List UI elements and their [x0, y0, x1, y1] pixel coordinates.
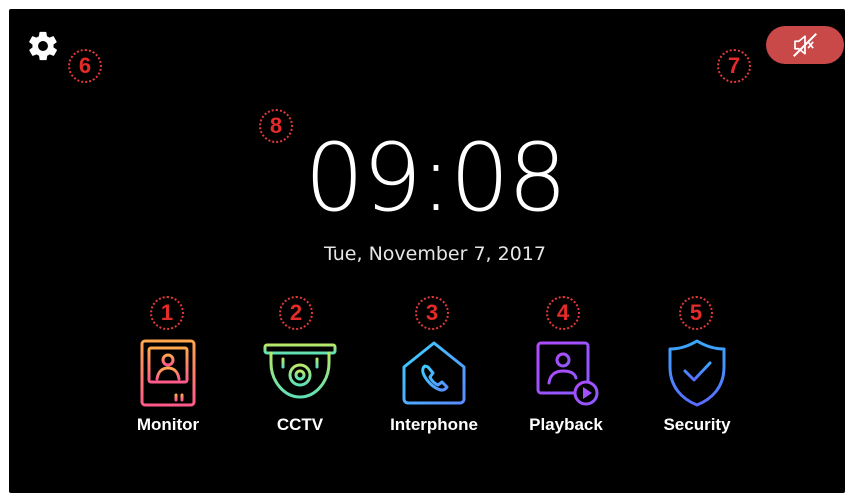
app-label-security: Security — [663, 415, 731, 434]
badge-5: 5 — [679, 296, 713, 330]
clock-time: 09:08 — [304, 124, 568, 233]
app-label-monitor: Monitor — [136, 415, 200, 434]
house-phone-icon — [402, 341, 466, 405]
app-label-playback: Playback — [529, 415, 603, 434]
badge-6: 6 — [68, 49, 102, 83]
app-label-cctv: CCTV — [276, 415, 324, 434]
badge-1: 1 — [150, 296, 184, 330]
app-cctv[interactable]: CCTV — [240, 337, 360, 435]
playback-icon — [536, 341, 599, 406]
cctv-camera-icon — [263, 343, 337, 399]
badge-4: 4 — [546, 296, 580, 330]
mute-button[interactable] — [766, 26, 844, 64]
app-label-interphone: Interphone — [390, 415, 478, 434]
badge-8: 8 — [259, 109, 293, 143]
speaker-muted-icon — [793, 33, 817, 57]
app-interphone[interactable]: Interphone — [374, 337, 494, 435]
settings-button[interactable] — [26, 29, 60, 63]
app-monitor[interactable]: Monitor — [108, 337, 228, 435]
home-screen: 6 7 8 1 2 3 4 5 09:08 Tue, November 7, 2… — [9, 9, 845, 493]
monitor-icon — [140, 339, 196, 407]
clock-date: Tue, November 7, 2017 — [324, 243, 546, 265]
app-security[interactable]: Security — [637, 337, 757, 435]
shield-check-icon — [668, 339, 726, 407]
app-playback[interactable]: Playback — [506, 337, 626, 435]
badge-2: 2 — [279, 296, 313, 330]
badge-3: 3 — [415, 296, 449, 330]
badge-7: 7 — [717, 49, 751, 83]
gear-icon — [29, 31, 57, 61]
